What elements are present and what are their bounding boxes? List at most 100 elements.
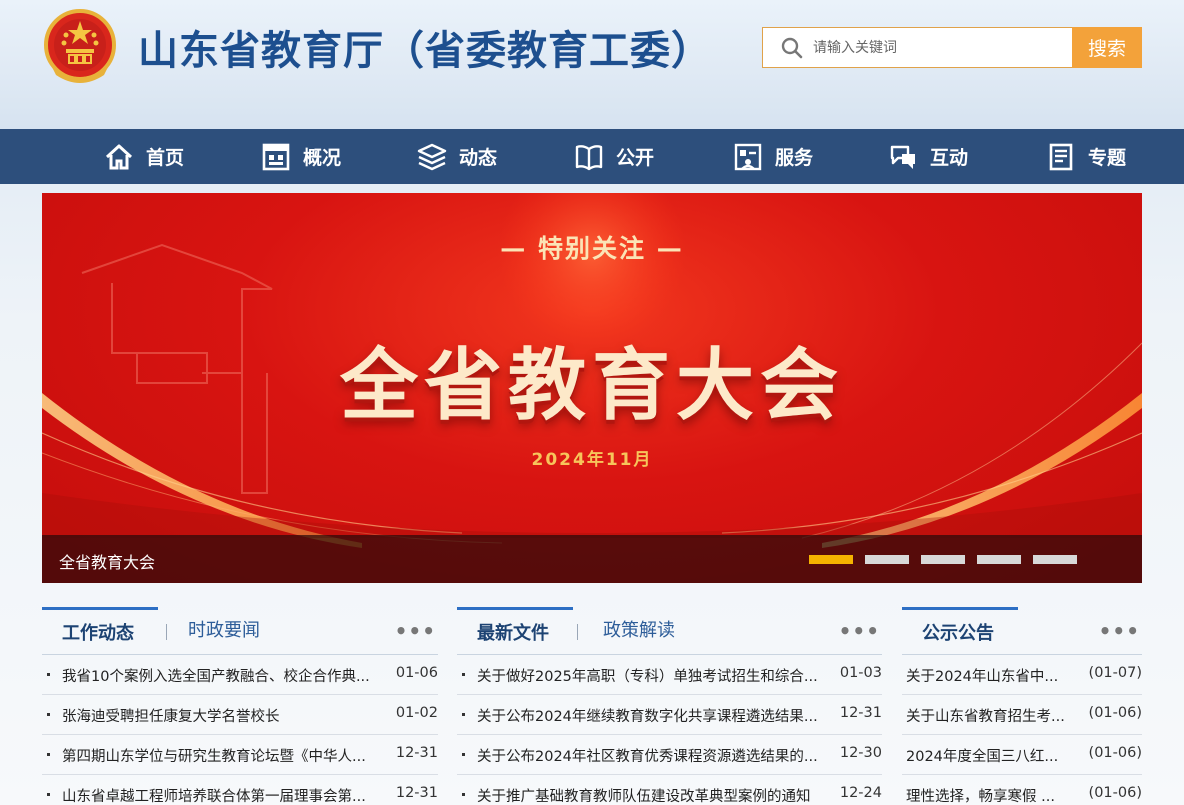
list-item[interactable]: 关于2024年山东省中... (01-07) <box>902 655 1142 695</box>
national-emblem-icon <box>44 9 116 83</box>
column-header: 工作动态 时政要闻 ••• <box>42 607 438 655</box>
tab-divider <box>166 624 167 640</box>
tab-announcements[interactable]: 公示公告 <box>902 607 1018 655</box>
tab-latest-documents[interactable]: 最新文件 <box>457 607 573 655</box>
nav-item-news[interactable]: 动态 <box>417 129 497 184</box>
tab-work-news[interactable]: 工作动态 <box>42 607 158 655</box>
item-title: 关于推广基础教育教师队伍建设改革典型案例的通知 <box>477 789 811 805</box>
document-icon <box>1049 143 1073 170</box>
bullet-icon <box>462 673 465 676</box>
item-date: 01-06 <box>395 665 438 681</box>
nav-item-interaction[interactable]: 互动 <box>888 129 968 184</box>
nav-label-home: 首页 <box>146 147 185 169</box>
more-icon[interactable]: ••• <box>395 619 436 643</box>
banner-date: 2024年11月 <box>531 450 653 470</box>
list-item[interactable]: 关于做好2025年高职（专科）单独考试招生和综合... 01-03 <box>457 655 882 695</box>
nav-label-interaction: 互动 <box>930 147 969 169</box>
item-date: 01-03 <box>839 665 882 681</box>
nav-label-topics: 专题 <box>1088 147 1127 169</box>
item-date: (01-07) <box>1088 665 1142 681</box>
nav-label-service: 服务 <box>775 147 814 169</box>
item-date: 12-24 <box>839 785 882 801</box>
bullet-icon <box>47 713 50 716</box>
item-title: 关于公布2024年社区教育优秀课程资源遴选结果的... <box>477 749 818 765</box>
item-title: 关于公布2024年继续教育数字化共享课程遴选结果... <box>477 709 818 725</box>
list-item[interactable]: 第四期山东学位与研究生教育论坛暨《中华人... 12-31 <box>42 735 438 775</box>
list-item[interactable]: 关于山东省教育招生考... (01-06) <box>902 695 1142 735</box>
building-icon <box>262 143 290 170</box>
search-icon <box>781 37 803 59</box>
more-icon[interactable]: ••• <box>1099 619 1140 643</box>
list-item[interactable]: 我省10个案例入选全国产教融合、校企合作典... 01-06 <box>42 655 438 695</box>
bullet-icon <box>462 713 465 716</box>
item-date: 12-30 <box>839 745 882 761</box>
banner-caption[interactable]: 全省教育大会 <box>59 549 155 573</box>
list-item[interactable]: 关于公布2024年社区教育优秀课程资源遴选结果的... 12-30 <box>457 735 882 775</box>
nav-item-overview[interactable]: 概况 <box>261 129 341 184</box>
banner-carousel[interactable]: — 特别关注 — 全省教育大会 2024年11月 全省教育大会 <box>42 193 1142 583</box>
column-documents: 最新文件 政策解读 ••• 关于做好2025年高职（专科）单独考试招生和综合..… <box>457 607 882 805</box>
nav-label-news: 动态 <box>459 147 498 169</box>
chat-icon <box>890 145 915 169</box>
nav-label-public: 公开 <box>616 147 655 169</box>
tab-policy-interpretation[interactable]: 政策解读 <box>603 607 675 655</box>
tab-politics-news[interactable]: 时政要闻 <box>188 607 260 655</box>
carousel-dot-4[interactable] <box>977 555 1021 564</box>
list-item[interactable]: 山东省卓越工程师培养联合体第一届理事会第... 12-31 <box>42 775 438 805</box>
nav-item-home[interactable]: 首页 <box>104 129 184 184</box>
banner-kicker: — 特别关注 — <box>500 234 684 263</box>
item-title: 关于做好2025年高职（专科）单独考试招生和综合... <box>477 669 818 685</box>
home-icon <box>105 144 133 169</box>
carousel-dot-2[interactable] <box>865 555 909 564</box>
carousel-dot-3[interactable] <box>921 555 965 564</box>
item-date: (01-06) <box>1088 785 1142 801</box>
list-item[interactable]: 张海迪受聘担任康复大学名誉校长 01-02 <box>42 695 438 735</box>
item-title: 2024年度全国三八红... <box>906 749 1059 765</box>
banner-headline: 全省教育大会 <box>339 341 844 431</box>
item-title: 关于2024年山东省中... <box>906 669 1059 685</box>
item-date: 12-31 <box>395 785 438 801</box>
column-header: 最新文件 政策解读 ••• <box>457 607 882 655</box>
carousel-dot-5[interactable] <box>1033 555 1077 564</box>
bullet-icon <box>462 793 465 796</box>
service-icon <box>734 143 762 170</box>
bullet-icon <box>47 793 50 796</box>
bullet-icon <box>47 753 50 756</box>
list-item[interactable]: 关于公布2024年继续教育数字化共享课程遴选结果... 12-31 <box>457 695 882 735</box>
item-date: 12-31 <box>395 745 438 761</box>
item-date: (01-06) <box>1088 705 1142 721</box>
item-title: 关于山东省教育招生考... <box>906 709 1065 725</box>
list-item[interactable]: 关于推广基础教育教师队伍建设改革典型案例的通知 12-24 <box>457 775 882 805</box>
banner-caption-bar: 全省教育大会 <box>42 535 1142 583</box>
nav-label-overview: 概况 <box>303 147 342 169</box>
item-title: 我省10个案例入选全国产教融合、校企合作典... <box>62 669 370 685</box>
item-date: 12-31 <box>839 705 882 721</box>
search-box <box>762 27 1072 68</box>
column-work-news: 工作动态 时政要闻 ••• 我省10个案例入选全国产教融合、校企合作典... 0… <box>42 607 438 805</box>
column-header: 公示公告 ••• <box>902 607 1142 655</box>
book-icon <box>575 144 603 170</box>
column-announcements: 公示公告 ••• 关于2024年山东省中... (01-07) 关于山东省教育招… <box>902 607 1142 805</box>
site-title: 山东省教育厅（省委教育工委） <box>138 28 712 74</box>
carousel-dot-1[interactable] <box>809 555 853 564</box>
item-title: 山东省卓越工程师培养联合体第一届理事会第... <box>62 789 366 805</box>
item-date: 01-02 <box>395 705 438 721</box>
item-date: (01-06) <box>1088 745 1142 761</box>
nav-item-public[interactable]: 公开 <box>574 129 654 184</box>
list-item[interactable]: 2024年度全国三八红... (01-06) <box>902 735 1142 775</box>
bullet-icon <box>47 673 50 676</box>
search-input[interactable] <box>813 34 1063 62</box>
item-title: 张海迪受聘担任康复大学名誉校长 <box>62 709 280 725</box>
item-title: 理性选择，畅享寒假 ... <box>906 789 1055 805</box>
main-nav: 首页 概况 动态 公开 服务 互动 专题 <box>0 129 1184 184</box>
layers-icon <box>417 143 447 170</box>
item-title: 第四期山东学位与研究生教育论坛暨《中华人... <box>62 749 366 765</box>
search-button[interactable]: 搜索 <box>1072 27 1142 68</box>
more-icon[interactable]: ••• <box>839 619 880 643</box>
site-header: 山东省教育厅（省委教育工委） 搜索 <box>0 0 1184 129</box>
nav-item-service[interactable]: 服务 <box>733 129 813 184</box>
bullet-icon <box>462 753 465 756</box>
nav-item-topics[interactable]: 专题 <box>1046 129 1126 184</box>
tab-divider <box>577 624 578 640</box>
list-item[interactable]: 理性选择，畅享寒假 ... (01-06) <box>902 775 1142 805</box>
